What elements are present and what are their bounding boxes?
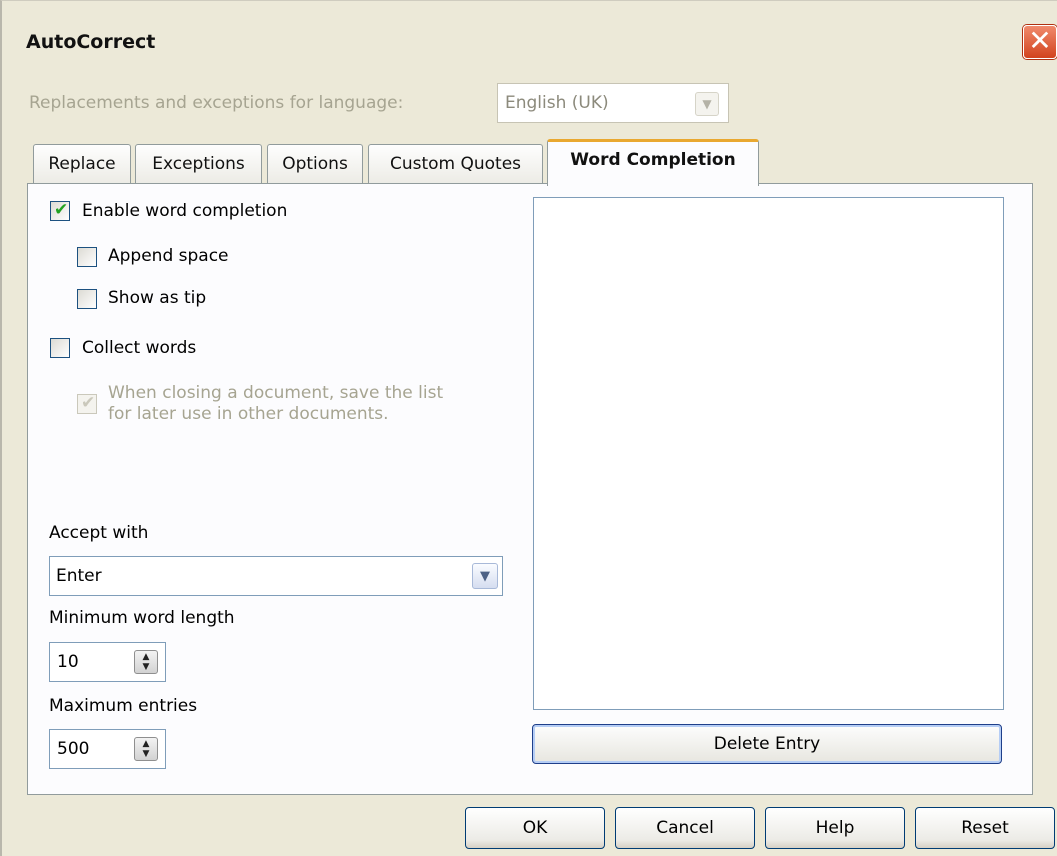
dialog-title: AutoCorrect (26, 31, 156, 53)
spin-up-icon[interactable]: ▲ (135, 739, 157, 749)
check-icon: ✔ (81, 393, 96, 413)
tab-replace[interactable]: Replace (33, 144, 131, 184)
spin-down-icon[interactable]: ▼ (135, 749, 157, 759)
autocorrect-dialog: AutoCorrect ✕ Replacements and exception… (0, 0, 1057, 856)
ok-button[interactable]: OK (465, 807, 605, 849)
save-list-checkbox: ✔ (77, 393, 97, 414)
word-list[interactable] (533, 197, 1004, 710)
show-as-tip-label[interactable]: Show as tip (108, 288, 206, 308)
tab-custom-quotes[interactable]: Custom Quotes (368, 144, 543, 184)
language-value: English (UK) (505, 93, 609, 113)
spin-arrows-icon[interactable]: ▲ ▼ (134, 737, 158, 761)
delete-entry-button[interactable]: Delete Entry (532, 724, 1002, 764)
chevron-down-icon: ▼ (695, 92, 719, 116)
min-word-length-value: 10 (57, 652, 79, 672)
reset-button[interactable]: Reset (915, 807, 1055, 849)
min-word-length-spinbox[interactable]: 10 ▲ ▼ (49, 642, 166, 682)
save-list-label-line2: for later use in other documents. (108, 404, 389, 424)
check-icon: ✔ (54, 200, 69, 220)
spin-down-icon[interactable]: ▼ (135, 662, 157, 672)
enable-word-completion-label[interactable]: Enable word completion (82, 201, 287, 221)
show-as-tip-checkbox[interactable] (77, 289, 97, 309)
spin-up-icon[interactable]: ▲ (135, 652, 157, 662)
accept-with-value: Enter (56, 566, 102, 586)
spin-arrows-icon[interactable]: ▲ ▼ (134, 650, 158, 674)
accept-with-label: Accept with (49, 523, 149, 543)
cancel-button[interactable]: Cancel (615, 807, 755, 849)
tab-word-completion[interactable]: Word Completion (547, 139, 759, 186)
help-button[interactable]: Help (765, 807, 905, 849)
collect-words-checkbox[interactable] (50, 338, 70, 358)
max-entries-label: Maximum entries (49, 696, 198, 716)
save-list-label-line1: When closing a document, save the list (108, 383, 444, 403)
collect-words-label[interactable]: Collect words (82, 338, 196, 358)
min-word-length-label: Minimum word length (49, 608, 235, 628)
max-entries-value: 500 (57, 739, 90, 759)
language-label: Replacements and exceptions for language… (29, 93, 404, 113)
chevron-down-icon[interactable]: ▼ (472, 563, 498, 589)
append-space-label[interactable]: Append space (108, 246, 229, 266)
word-completion-panel: ✔ Enable word completion Append space Sh… (27, 183, 1033, 795)
accept-with-select[interactable]: Enter ▼ (49, 556, 503, 596)
append-space-checkbox[interactable] (77, 247, 97, 267)
tab-exceptions[interactable]: Exceptions (135, 144, 262, 184)
max-entries-spinbox[interactable]: 500 ▲ ▼ (49, 729, 166, 769)
title-bar: AutoCorrect ✕ (4, 1, 1057, 83)
close-icon[interactable]: ✕ (1023, 25, 1057, 59)
enable-word-completion-checkbox[interactable]: ✔ (50, 200, 70, 221)
language-select: English (UK) ▼ (497, 83, 729, 123)
tab-options[interactable]: Options (267, 144, 363, 184)
